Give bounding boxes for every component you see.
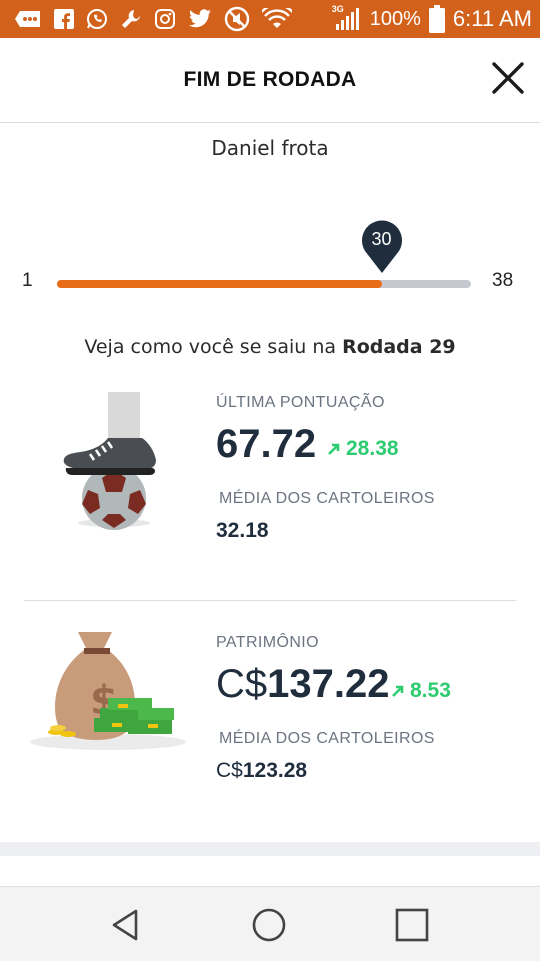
score-average-label: MÉDIA DOS CARTOLEIROS [219, 490, 435, 507]
close-button[interactable] [490, 60, 526, 96]
close-icon [492, 62, 524, 94]
slider-thumb[interactable]: 30 [360, 218, 404, 274]
assets-average-value: C$123.28 [216, 759, 307, 783]
status-bar: 3G 100% 6:11 AM [0, 0, 540, 38]
cell-signal-icon: 3G [332, 0, 362, 38]
last-score-delta-value: 28.38 [346, 437, 399, 460]
round-slider[interactable]: 1 30 38 [0, 200, 540, 310]
back-button[interactable] [106, 905, 146, 945]
facebook-icon [54, 0, 74, 38]
wifi-icon [262, 0, 292, 38]
app-header: FIM DE RODADA [0, 38, 540, 123]
slider-max-label: 38 [492, 270, 514, 291]
soccer-shoe-ball-icon [63, 392, 156, 530]
last-score-delta: 28.38 [326, 437, 399, 461]
clock: 6:11 AM [452, 6, 532, 31]
message-icon [14, 0, 42, 38]
arrow-up-right-icon [328, 443, 340, 455]
assets-amount: 137.22 [267, 662, 390, 706]
wrench-icon [120, 0, 142, 38]
round-info-round: Rodada 29 [342, 336, 456, 358]
round-info-prefix: Veja como você se saiu na [84, 336, 343, 358]
score-card: ÚLTIMA PONTUAÇÃO 67.72 28.38 MÉDIA DOS C… [0, 380, 540, 580]
home-circle-icon [252, 908, 286, 942]
no-sound-icon [224, 0, 250, 38]
home-button[interactable] [249, 905, 289, 945]
assets-delta-value: 8.53 [410, 679, 451, 702]
recents-button[interactable] [392, 905, 432, 945]
assets-card: $ PATRIMÔNIO C$137.22 8.53 MÉDIA DOS CAR… [0, 620, 540, 820]
recents-square-icon [395, 908, 429, 942]
battery-percentage: 100% [369, 7, 421, 30]
assets-delta: 8.53 [390, 679, 451, 703]
slider-fill [57, 280, 382, 288]
section-separator [0, 842, 540, 856]
user-name: Daniel frota [211, 136, 329, 160]
page-title: FIM DE RODADA [183, 68, 357, 91]
whatsapp-icon [86, 0, 108, 38]
assets-average-currency: C$ [216, 759, 243, 782]
score-average-value: 32.18 [216, 519, 269, 542]
round-info-text: Veja como você se saiu na Rodada 29 [0, 336, 540, 358]
instagram-icon [154, 0, 176, 38]
slider-current-value: 30 [371, 229, 392, 249]
battery-icon [428, 0, 445, 38]
android-nav-bar [0, 886, 540, 961]
assets-label: PATRIMÔNIO [216, 634, 319, 651]
money-bag-icon: $ [30, 632, 186, 750]
last-score-value: 67.72 [216, 422, 317, 466]
divider [24, 600, 516, 601]
network-type-label: 3G [331, 4, 344, 14]
assets-value: C$137.22 [216, 662, 389, 707]
last-score-label: ÚLTIMA PONTUAÇÃO [216, 394, 385, 411]
assets-average-amount: 123.28 [242, 759, 308, 782]
assets-currency: C$ [216, 662, 268, 706]
arrow-up-right-icon [392, 685, 404, 697]
back-triangle-icon [112, 909, 138, 941]
assets-average-label: MÉDIA DOS CARTOLEIROS [219, 730, 435, 747]
twitter-icon [188, 0, 212, 38]
slider-min-label: 1 [22, 270, 33, 291]
slider-track[interactable] [57, 280, 471, 288]
